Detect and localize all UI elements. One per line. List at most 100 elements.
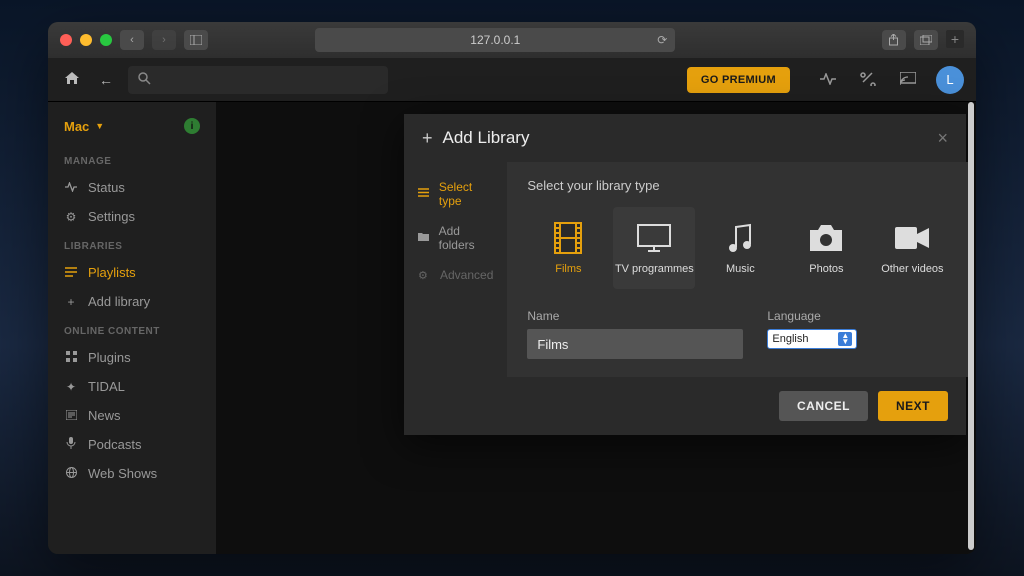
modal-steps: Select type Add folders ⚙ Advanced — [404, 162, 507, 377]
new-tab-button[interactable]: + — [946, 30, 964, 48]
gear-icon: ⚙ — [64, 210, 78, 224]
avatar[interactable]: L — [936, 66, 964, 94]
modal-header: + Add Library × — [404, 114, 966, 162]
sidebar-item-tidal[interactable]: ✦ TIDAL — [48, 372, 216, 401]
browser-titlebar: ‹ › 127.0.0.1 ⟳ + — [48, 22, 976, 58]
library-type-label: TV programmes — [615, 263, 694, 275]
sidebar-toggle-icon[interactable] — [184, 30, 208, 50]
library-type-label: Other videos — [881, 263, 943, 275]
search-input[interactable] — [128, 66, 388, 94]
sidebar-item-podcasts[interactable]: Podcasts — [48, 430, 216, 459]
library-type-label: Films — [555, 263, 581, 275]
modal-main: Select your library type Films — [507, 162, 973, 377]
music-icon — [728, 221, 752, 255]
section-libraries: LIBRARIES — [48, 231, 216, 258]
reload-icon[interactable]: ⟳ — [657, 33, 667, 47]
library-prompt: Select your library type — [527, 178, 953, 193]
sidebar-item-label: Web Shows — [88, 466, 157, 481]
close-icon[interactable]: × — [937, 128, 948, 149]
maximize-window-button[interactable] — [100, 34, 112, 46]
sidebar-item-add-library[interactable]: + Add library — [48, 287, 216, 316]
section-online: ONLINE CONTENT — [48, 316, 216, 343]
folder-icon — [418, 232, 431, 244]
select-arrows-icon: ▲▼ — [838, 332, 852, 346]
globe-icon — [64, 467, 78, 481]
sidebar-item-settings[interactable]: ⚙ Settings — [48, 202, 216, 231]
activity-icon — [64, 181, 78, 195]
name-input[interactable] — [527, 329, 743, 359]
step-advanced: ⚙ Advanced — [404, 260, 507, 290]
plugins-icon — [64, 351, 78, 365]
sidebar-item-label: Settings — [88, 209, 135, 224]
add-library-modal: + Add Library × Select type — [404, 114, 966, 435]
library-type-label: Photos — [809, 263, 843, 275]
sidebar-item-label: Plugins — [88, 350, 131, 365]
scrollbar[interactable] — [968, 102, 974, 550]
back-icon[interactable]: ← — [94, 72, 118, 88]
library-type-tv[interactable]: TV programmes — [613, 207, 695, 289]
name-label: Name — [527, 309, 743, 323]
step-add-folders[interactable]: Add folders — [404, 216, 507, 260]
sidebar-item-label: News — [88, 408, 121, 423]
library-type-films[interactable]: Films — [527, 207, 609, 289]
sidebar-item-news[interactable]: News — [48, 401, 216, 430]
language-select[interactable]: English ▲▼ — [767, 329, 857, 349]
browser-forward-button[interactable]: › — [152, 30, 176, 50]
tv-icon — [637, 221, 671, 255]
url-text: 127.0.0.1 — [470, 33, 520, 47]
sidebar-item-playlists[interactable]: Playlists — [48, 258, 216, 287]
plex-app: ← GO PREMIUM L — [48, 58, 976, 554]
app-topbar: ← GO PREMIUM L — [48, 58, 976, 102]
library-types: Films TV programmes — [527, 207, 953, 289]
library-type-label: Music — [726, 263, 755, 275]
close-window-button[interactable] — [60, 34, 72, 46]
step-select-type[interactable]: Select type — [404, 172, 507, 216]
next-button[interactable]: NEXT — [878, 391, 948, 421]
share-icon[interactable] — [882, 30, 906, 50]
browser-window: ‹ › 127.0.0.1 ⟳ + — [48, 22, 976, 554]
main-content: sts ms + Add Library × — [216, 102, 976, 554]
sidebar: Mac ▼ i MANAGE Status ⚙ Settings LIBRARI… — [48, 102, 216, 554]
server-status-badge[interactable]: i — [184, 118, 200, 134]
news-icon — [64, 409, 78, 423]
library-type-other[interactable]: Other videos — [871, 207, 953, 289]
server-selector[interactable]: Mac ▼ i — [48, 112, 216, 146]
settings-icon[interactable] — [856, 70, 880, 89]
library-type-photos[interactable]: Photos — [785, 207, 867, 289]
section-manage: MANAGE — [48, 146, 216, 173]
window-controls — [60, 34, 112, 46]
cancel-button[interactable]: CANCEL — [779, 391, 868, 421]
library-type-music[interactable]: Music — [699, 207, 781, 289]
plus-icon: + — [64, 295, 78, 309]
sidebar-item-label: Status — [88, 180, 125, 195]
go-premium-button[interactable]: GO PREMIUM — [687, 67, 790, 93]
video-icon — [895, 221, 929, 255]
browser-back-button[interactable]: ‹ — [120, 30, 144, 50]
sidebar-item-label: Podcasts — [88, 437, 141, 452]
home-icon[interactable] — [60, 71, 84, 88]
sidebar-item-label: TIDAL — [88, 379, 125, 394]
step-label: Add folders — [439, 224, 494, 252]
tidal-icon: ✦ — [64, 380, 78, 394]
modal-footer: CANCEL NEXT — [404, 377, 966, 435]
minimize-window-button[interactable] — [80, 34, 92, 46]
film-icon — [554, 221, 582, 255]
sidebar-item-status[interactable]: Status — [48, 173, 216, 202]
tabs-icon[interactable] — [914, 30, 938, 50]
url-bar[interactable]: 127.0.0.1 ⟳ — [315, 28, 675, 52]
sidebar-item-plugins[interactable]: Plugins — [48, 343, 216, 372]
search-icon — [138, 72, 151, 88]
microphone-icon — [64, 437, 78, 452]
server-name: Mac — [64, 119, 89, 134]
activity-icon[interactable] — [816, 72, 840, 88]
playlist-icon — [64, 266, 78, 280]
list-icon — [418, 188, 431, 200]
language-value: English — [772, 333, 808, 345]
modal-title: Add Library — [443, 128, 530, 148]
gear-icon: ⚙ — [418, 269, 432, 282]
sidebar-item-label: Playlists — [88, 265, 136, 280]
sidebar-item-web-shows[interactable]: Web Shows — [48, 459, 216, 488]
chevron-down-icon: ▼ — [95, 121, 104, 131]
cast-icon[interactable] — [896, 72, 920, 88]
step-label: Select type — [439, 180, 494, 208]
